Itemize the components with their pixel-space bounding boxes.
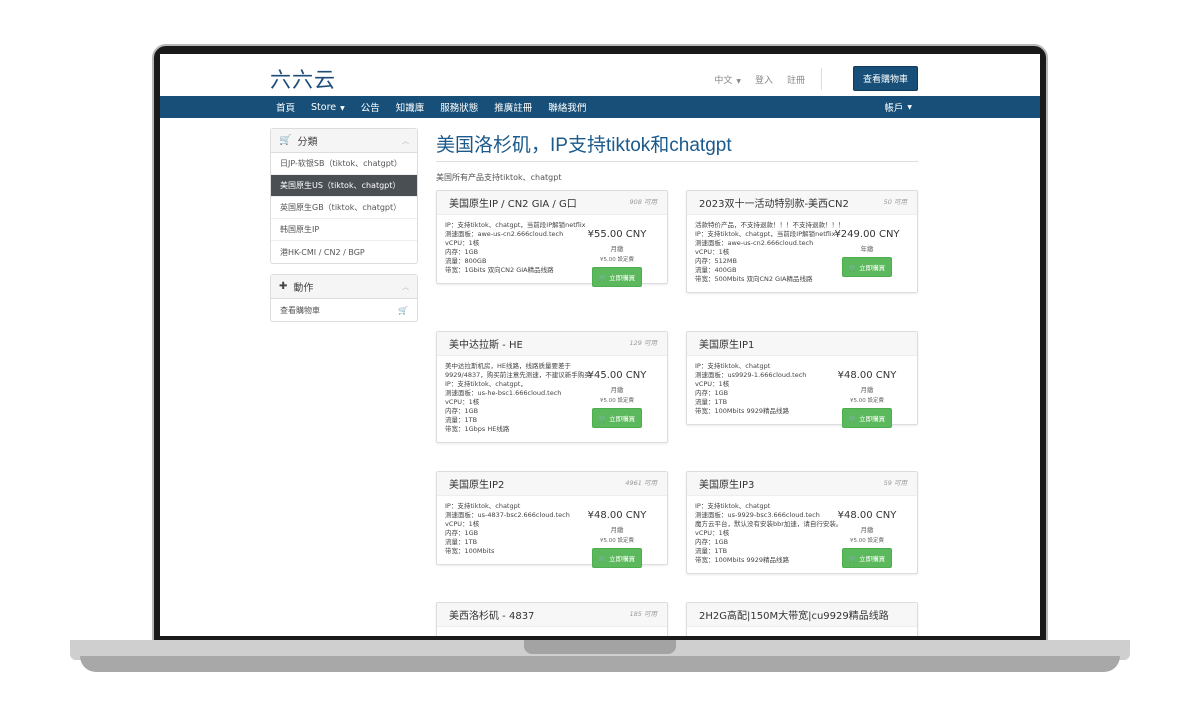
chevron-up-icon: ︿	[402, 136, 409, 145]
buy-now-button[interactable]: 🛒 立即購買	[841, 257, 893, 277]
product-qty: 50 可用	[883, 198, 907, 206]
nav-affiliate[interactable]: 推廣註冊	[494, 100, 532, 114]
product-price: ¥48.00 CNY	[837, 510, 897, 521]
product-card: 美国原生IP2 4961 可用 IP：支持tiktok、chatgpt 测速面板：u…	[436, 471, 668, 568]
product-price-box: ¥55.00 CNY 月繳 ¥5.00 設定費 🛒 立即購買	[581, 229, 653, 287]
product-qty: 4961 可用	[625, 479, 657, 487]
navbar: 首頁 Store ▼ 公告 知識庫 服務狀態 推廣註冊 聯絡我們 帳戶 ▼	[160, 96, 1040, 118]
view-cart-button[interactable]: 查看購物車	[852, 66, 918, 91]
category-jp[interactable]: 日JP-软银SB（tiktok、chatgpt）	[271, 153, 417, 175]
product-desc: IP：支持tiktok、chatgpt 测速面板：us9929-1.666clou…	[695, 362, 807, 415]
billing-cycle: 年繳	[860, 245, 874, 253]
laptop-notch	[524, 640, 676, 654]
product-price-box: ¥48.00 CNY 月繳 ¥5.00 設定費 🛒 立即購買	[581, 510, 653, 568]
product-name: 美西洛杉矶 - 4837	[449, 611, 535, 622]
category-hk[interactable]: 港HK-CMI / CN2 / BGP	[271, 241, 417, 263]
product-name: 2023双十一活动特别款-美西CN2	[699, 199, 849, 210]
login-link[interactable]: 登入	[755, 73, 773, 86]
buy-now-button[interactable]: 🛒 立即購買	[591, 408, 643, 428]
product-desc: 美中达拉斯机房，HE线路，线路质量要差于9929/4837，购买前注意先测速，不…	[445, 362, 591, 433]
action-view-cart[interactable]: 查看購物車 🛒	[271, 299, 417, 321]
laptop-base-bottom	[80, 656, 1120, 672]
actions-header[interactable]: ✚ 動作 ︿	[271, 275, 417, 299]
top-links: 中文 ▼ 登入 註冊	[714, 68, 824, 90]
product-qty: 59 可用	[883, 479, 907, 487]
billing-cycle: 月繳	[860, 526, 874, 534]
register-link[interactable]: 註冊	[787, 73, 805, 86]
main-content: 美国洛杉矶，IP支持tiktok和chatgpt 美国所有产品支持tiktok、…	[436, 130, 918, 183]
product-qty: 908 可用	[629, 198, 657, 206]
language-selector[interactable]: 中文 ▼	[714, 73, 741, 86]
product-qty: 185 可用	[629, 610, 657, 618]
setup-fee: ¥5.00 設定費	[850, 398, 884, 404]
product-name: 美中达拉斯 - HE	[449, 340, 523, 351]
setup-fee: ¥5.00 設定費	[600, 398, 634, 404]
product-name: 美国原生IP3	[699, 480, 755, 491]
setup-fee: ¥5.00 設定費	[850, 538, 884, 544]
categories-header[interactable]: 🛒 分類 ︿	[271, 129, 417, 153]
product-price: ¥48.00 CNY	[587, 510, 647, 521]
nav-status[interactable]: 服務狀態	[440, 100, 478, 114]
nav-account[interactable]: 帳戶 ▼	[884, 96, 912, 118]
screen: 六六云 中文 ▼ 登入 註冊 查看購物車 首頁 Store ▼ 公告 知識庫 服務狀…	[160, 54, 1040, 636]
product-desc: 活款特价产品，不支持退款！！！不支持退款！！！ IP：支持tiktok、chatg…	[695, 221, 845, 283]
product-price: ¥45.00 CNY	[587, 370, 647, 381]
category-us[interactable]: 美国原生US（tiktok、chatgpt）	[271, 175, 417, 197]
product-price-box: ¥48.00 CNY 月繳 ¥5.00 設定費 🛒 立即購買	[831, 510, 903, 568]
product-name: 2H2G高配|150M大带宽|cu9929精品线路	[699, 611, 889, 622]
setup-fee: ¥5.00 設定費	[600, 538, 634, 544]
product-price: ¥48.00 CNY	[837, 370, 897, 381]
chevron-down-icon: ▼	[907, 103, 912, 111]
billing-cycle: 月繳	[610, 245, 624, 253]
buy-now-button[interactable]: 🛒 立即購買	[591, 548, 643, 568]
nav-items: 首頁 Store ▼ 公告 知識庫 服務狀態 推廣註冊 聯絡我們	[276, 96, 586, 118]
product-price-box: ¥48.00 CNY 月繳 ¥5.00 設定費 🛒 立即購買	[831, 370, 903, 428]
nav-announcements[interactable]: 公告	[361, 100, 380, 114]
product-card: 美国原生IP / CN2 GIA / G口 908 可用 IP：支持tiktok、…	[436, 190, 668, 287]
product-name: 美国原生IP2	[449, 480, 505, 491]
product-card: 美国原生IP1 IP：支持tiktok、chatgpt 测速面板：us9929-1…	[686, 331, 918, 428]
buy-now-button[interactable]: 🛒 立即購買	[841, 548, 893, 568]
categories-panel: 🛒 分類 ︿ 日JP-软银SB（tiktok、chatgpt） 美国原生US（ti…	[270, 128, 418, 264]
page-subtitle: 美国所有产品支持tiktok、chatgpt	[436, 173, 562, 182]
setup-fee: ¥5.00 設定費	[600, 257, 634, 263]
category-gb[interactable]: 英国原生GB（tiktok、chatgpt）	[271, 197, 417, 219]
product-qty: 129 可用	[629, 339, 657, 347]
product-price-box: ¥45.00 CNY 月繳 ¥5.00 設定費 🛒 立即購買	[581, 370, 653, 428]
actions-panel: ✚ 動作 ︿ 查看購物車 🛒	[270, 274, 418, 322]
category-kr[interactable]: 韩国原生IP	[271, 219, 417, 241]
billing-cycle: 月繳	[610, 386, 624, 394]
buy-now-button[interactable]: 🛒 立即購買	[841, 408, 893, 428]
buy-now-button[interactable]: 🛒 立即購買	[591, 267, 643, 287]
product-card: 美国原生IP3 59 可用 IP：支持tiktok、chatgpt 测速面板：us-…	[686, 471, 918, 574]
cart-icon: 🛒	[398, 305, 408, 315]
nav-home[interactable]: 首頁	[276, 100, 295, 114]
plus-icon: ✚	[279, 281, 288, 292]
sidebar: 🛒 分類 ︿ 日JP-软银SB（tiktok、chatgpt） 美国原生US（ti…	[270, 128, 418, 332]
chevron-down-icon: ▼	[340, 104, 345, 112]
product-name: 美国原生IP / CN2 GIA / G口	[449, 199, 577, 210]
product-name: 美国原生IP1	[699, 340, 755, 351]
cart-icon: 🛒	[279, 135, 292, 146]
product-card: 2H2G高配|150M大带宽|cu9929精品线路	[686, 602, 918, 636]
product-card: 2023双十一活动特别款-美西CN2 50 可用 活款特价产品，不支持退款！！！不…	[686, 190, 918, 293]
product-price: ¥249.00 CNY	[834, 229, 900, 240]
product-price: ¥55.00 CNY	[587, 229, 647, 240]
product-price-box: ¥249.00 CNY 年繳 🛒 立即購買	[831, 229, 903, 277]
site-logo[interactable]: 六六云	[270, 64, 336, 94]
chevron-up-icon: ︿	[402, 282, 409, 291]
billing-cycle: 月繳	[860, 386, 874, 394]
product-desc: IP：支持tiktok、chatgpt 测速面板：us-4837-bsc2.666…	[445, 502, 570, 555]
product-card: 美西洛杉矶 - 4837 185 可用	[436, 602, 668, 636]
page-title: 美国洛杉矶，IP支持tiktok和chatgpt	[436, 130, 918, 162]
billing-cycle: 月繳	[610, 526, 624, 534]
header: 六六云 中文 ▼ 登入 註冊 查看購物車	[160, 54, 1040, 96]
product-desc: IP：支持tiktok、chatgpt，当前段IP解锁netflix 测速面板：a…	[445, 221, 586, 274]
product-card: 美中达拉斯 - HE 129 可用 美中达拉斯机房，HE线路，线路质量要差于992…	[436, 331, 668, 443]
divider	[821, 68, 822, 90]
nav-knowledgebase[interactable]: 知識庫	[396, 100, 425, 114]
nav-store[interactable]: Store ▼	[311, 102, 345, 113]
product-desc: IP：支持tiktok、chatgpt 测速面板：us-9929-bsc3.666…	[695, 502, 843, 564]
nav-contact[interactable]: 聯絡我們	[548, 100, 586, 114]
